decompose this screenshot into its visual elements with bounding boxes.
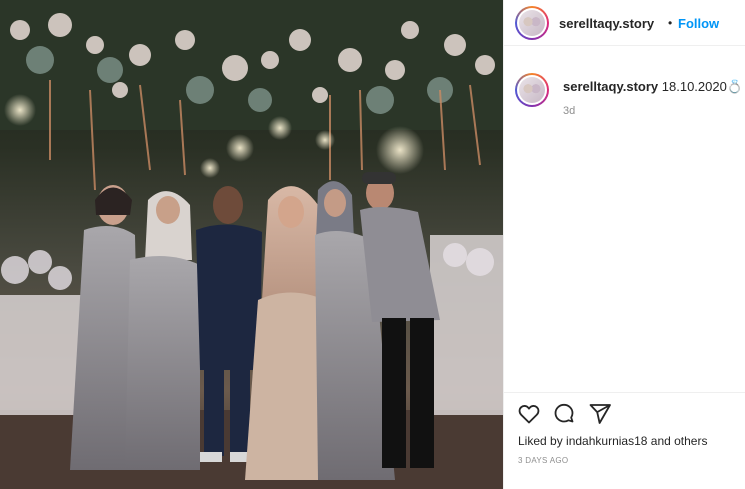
comment-icon[interactable] xyxy=(552,402,576,426)
caption: serelltaqy.story 18.10.2020💍 xyxy=(563,79,743,95)
avatar[interactable] xyxy=(515,6,549,40)
caption-avatar[interactable] xyxy=(515,73,549,107)
caption-text: 18.10.2020 xyxy=(661,79,727,94)
post-photo[interactable] xyxy=(0,0,503,489)
header-separator: • xyxy=(668,16,673,30)
share-icon[interactable] xyxy=(588,402,612,426)
action-bar: Liked by indahkurnias18 and others 3 DAY… xyxy=(504,392,745,489)
header-username[interactable]: serelltaqy.story xyxy=(559,16,654,31)
caption-username[interactable]: serelltaqy.story xyxy=(563,79,658,94)
liked-by-user[interactable]: indahkurnias18 xyxy=(566,434,647,448)
photo-illustration xyxy=(0,0,503,489)
likes-suffix: and others xyxy=(647,434,708,448)
likes-text: Liked by indahkurnias18 and others xyxy=(518,434,707,448)
follow-button[interactable]: Follow xyxy=(678,16,719,31)
ring-emoji: 💍 xyxy=(726,79,744,94)
likes-prefix: Liked by xyxy=(518,434,567,448)
heart-icon[interactable] xyxy=(517,402,541,426)
caption-age: 3d xyxy=(563,105,576,117)
post-side-panel: serelltaqy.story • Follow serelltaqy.sto… xyxy=(503,0,745,489)
post-header: serelltaqy.story • Follow xyxy=(504,0,745,46)
posted-time: 3 DAYS AGO xyxy=(518,456,569,465)
